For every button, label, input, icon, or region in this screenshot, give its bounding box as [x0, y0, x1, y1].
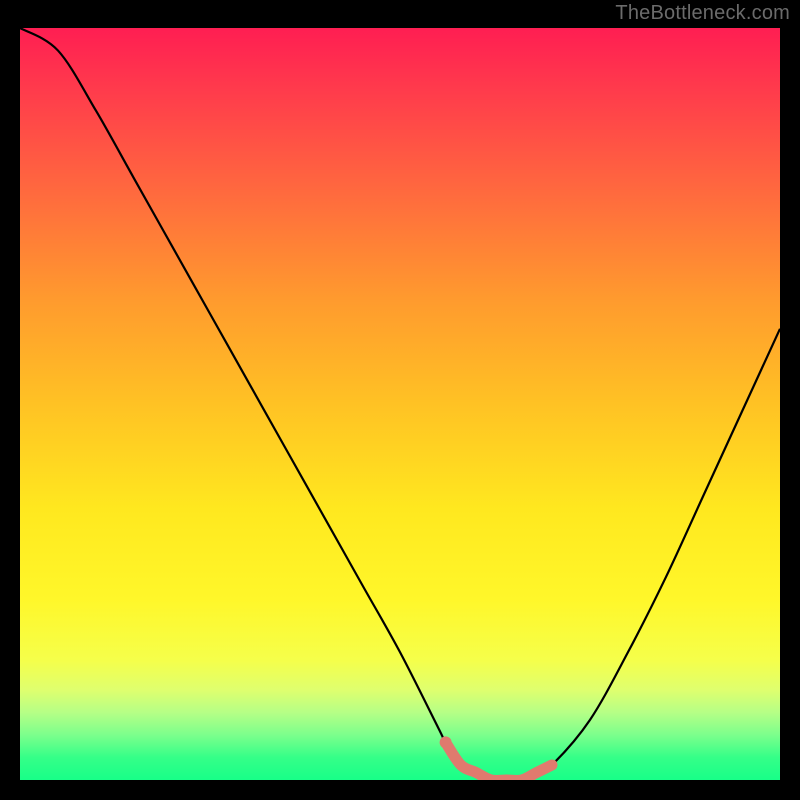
optimal-marker: [440, 736, 452, 748]
plot-area: [20, 28, 780, 780]
highlight-segment: [446, 742, 552, 780]
curve-path: [20, 28, 780, 780]
watermark-text: TheBottleneck.com: [615, 2, 790, 25]
chart-container: TheBottleneck.com: [0, 0, 800, 800]
bottleneck-curve: [20, 28, 780, 780]
